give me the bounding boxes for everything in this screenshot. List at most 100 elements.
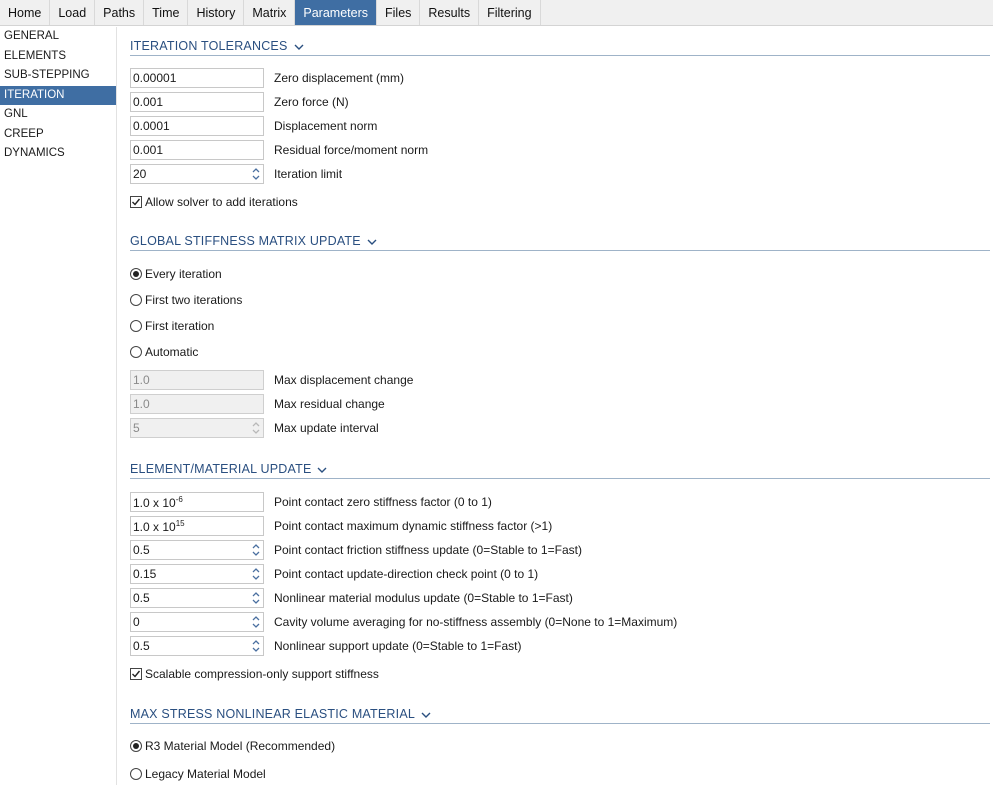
spinner-arrows-icon[interactable] — [251, 614, 261, 630]
radio-button[interactable] — [130, 294, 142, 306]
radio-first-iteration[interactable]: First iteration — [130, 317, 214, 335]
zero-force-input[interactable]: 0.001 — [130, 92, 264, 112]
max-residual-change-input[interactable]: 1.0 — [130, 394, 264, 414]
spinner-arrows-icon[interactable] — [251, 590, 261, 606]
checkbox-box[interactable] — [130, 196, 142, 208]
field-value: 0.0001 — [133, 119, 170, 133]
field-value: 1.0 — [133, 397, 150, 411]
field-label: Point contact maximum dynamic stiffness … — [274, 519, 553, 533]
support-update-stepper[interactable]: 0.5 — [130, 636, 264, 656]
radio-label: Legacy Material Model — [145, 767, 266, 781]
contact-zero-stiffness-row: 1.0 x 10-6 Point contact zero stiffness … — [130, 491, 492, 513]
field-label: Nonlinear material modulus update (0=Sta… — [274, 591, 573, 605]
tab-parameters[interactable]: Parameters — [295, 0, 377, 25]
tab-home[interactable]: Home — [0, 0, 51, 25]
contact-max-dynamic-stiffness-input[interactable]: 1.0 x 1015 — [130, 516, 264, 536]
field-label: Displacement norm — [274, 119, 378, 133]
sidebar-item-creep[interactable]: CREEP — [0, 125, 116, 145]
cavity-volume-averaging-stepper[interactable]: 0 — [130, 612, 264, 632]
field-value: 0.5 — [133, 591, 150, 605]
checkmark-icon — [132, 198, 141, 206]
max-displacement-change-input[interactable]: 1.0 — [130, 370, 264, 390]
tab-matrix[interactable]: Matrix — [244, 0, 296, 25]
checkmark-icon — [132, 670, 141, 678]
field-value: 5 — [133, 421, 140, 435]
sidebar-item-general[interactable]: GENERAL — [0, 27, 116, 47]
tab-history[interactable]: History — [188, 0, 245, 25]
field-label: Max displacement change — [274, 373, 414, 387]
spinner-arrows-icon[interactable] — [251, 542, 261, 558]
sidebar-item-elements[interactable]: ELEMENTS — [0, 47, 116, 67]
spinner-arrows-icon[interactable] — [251, 166, 261, 182]
ribbon-tab-bar: Home Load Paths Time History Matrix Para… — [0, 0, 993, 26]
radio-button[interactable] — [130, 268, 142, 280]
spinner-arrows-icon[interactable] — [251, 420, 261, 436]
spinner-arrows-icon[interactable] — [251, 566, 261, 582]
checkbox-box[interactable] — [130, 668, 142, 680]
section-title: ELEMENT/MATERIAL UPDATE — [130, 461, 312, 476]
mantissa: 1.0 x 10 — [133, 495, 176, 510]
chevron-down-icon — [421, 709, 431, 719]
tab-time[interactable]: Time — [144, 0, 189, 25]
contact-direction-check-stepper[interactable]: 0.15 — [130, 564, 264, 584]
tab-files[interactable]: Files — [377, 0, 421, 25]
radio-label: First iteration — [145, 319, 215, 333]
tab-paths[interactable]: Paths — [95, 0, 145, 25]
field-value: 1.0 — [133, 373, 150, 387]
max-residual-change-row: 1.0 Max residual change — [130, 393, 385, 415]
radio-label: Automatic — [145, 345, 199, 359]
radio-button[interactable] — [130, 768, 142, 780]
field-value: 0.001 — [133, 143, 164, 157]
iteration-limit-row: 20 Iteration limit — [130, 163, 342, 185]
displacement-norm-input[interactable]: 0.0001 — [130, 116, 264, 136]
contact-friction-update-row: 0.5 Point contact friction stiffness upd… — [130, 539, 582, 561]
sidebar-item-dynamics[interactable]: DYNAMICS — [0, 144, 116, 164]
contact-friction-update-stepper[interactable]: 0.5 — [130, 540, 264, 560]
allow-add-iterations-checkbox[interactable]: Allow solver to add iterations — [130, 193, 298, 211]
field-label: Iteration limit — [274, 167, 343, 181]
zero-force-row: 0.001 Zero force (N) — [130, 91, 349, 113]
max-displacement-change-row: 1.0 Max displacement change — [130, 369, 413, 391]
sidebar-item-gnl[interactable]: GNL — [0, 105, 116, 125]
section-title: GLOBAL STIFFNESS MATRIX UPDATE — [130, 233, 361, 248]
sidebar-item-sub-stepping[interactable]: SUB-STEPPING — [0, 66, 116, 86]
max-update-interval-stepper[interactable]: 5 — [130, 418, 264, 438]
section-element-material[interactable]: ELEMENT/MATERIAL UPDATE — [130, 459, 990, 479]
tab-results[interactable]: Results — [420, 0, 480, 25]
radio-legacy-material-model[interactable]: Legacy Material Model — [130, 765, 266, 783]
tab-load[interactable]: Load — [50, 0, 96, 25]
radio-button[interactable] — [130, 320, 142, 332]
field-value: 0.5 — [133, 639, 150, 653]
scalable-support-checkbox[interactable]: Scalable compression-only support stiffn… — [130, 665, 379, 683]
chevron-down-icon — [294, 41, 304, 51]
material-modulus-update-stepper[interactable]: 0.5 — [130, 588, 264, 608]
chevron-down-icon — [317, 464, 327, 474]
section-max-stress[interactable]: MAX STRESS NONLINEAR ELASTIC MATERIAL — [130, 704, 990, 724]
radio-button[interactable] — [130, 346, 142, 358]
tab-filtering[interactable]: Filtering — [479, 0, 541, 25]
radio-selected-dot — [133, 271, 139, 277]
radio-label: First two iterations — [145, 293, 243, 307]
support-update-row: 0.5 Nonlinear support update (0=Stable t… — [130, 635, 522, 657]
field-value: 0.15 — [133, 567, 157, 581]
radio-first-two-iterations[interactable]: First two iterations — [130, 291, 242, 309]
radio-r3-material-model[interactable]: R3 Material Model (Recommended) — [130, 737, 335, 755]
displacement-norm-row: 0.0001 Displacement norm — [130, 115, 377, 137]
radio-automatic[interactable]: Automatic — [130, 343, 198, 361]
iteration-limit-stepper[interactable]: 20 — [130, 164, 264, 184]
sidebar-item-iteration[interactable]: ITERATION — [0, 85, 116, 105]
field-label: Zero force (N) — [274, 95, 349, 109]
section-global-stiffness[interactable]: GLOBAL STIFFNESS MATRIX UPDATE — [130, 231, 990, 251]
spinner-arrows-icon[interactable] — [251, 638, 261, 654]
field-label: Residual force/moment norm — [274, 143, 429, 157]
field-label: Nonlinear support update (0=Stable to 1=… — [274, 639, 522, 653]
radio-button[interactable] — [130, 740, 142, 752]
contact-zero-stiffness-input[interactable]: 1.0 x 10-6 — [130, 492, 264, 512]
radio-every-iteration[interactable]: Every iteration — [130, 265, 222, 283]
contact-direction-check-row: 0.15 Point contact update-direction chec… — [130, 563, 538, 585]
zero-displacement-input[interactable]: 0.00001 — [130, 68, 264, 88]
section-iteration-tolerances[interactable]: ITERATION TOLERANCES — [130, 36, 990, 56]
residual-norm-input[interactable]: 0.001 — [130, 140, 264, 160]
parameters-panel: ITERATION TOLERANCES 0.00001 Zero displa… — [118, 27, 993, 785]
radio-selected-dot — [133, 743, 139, 749]
